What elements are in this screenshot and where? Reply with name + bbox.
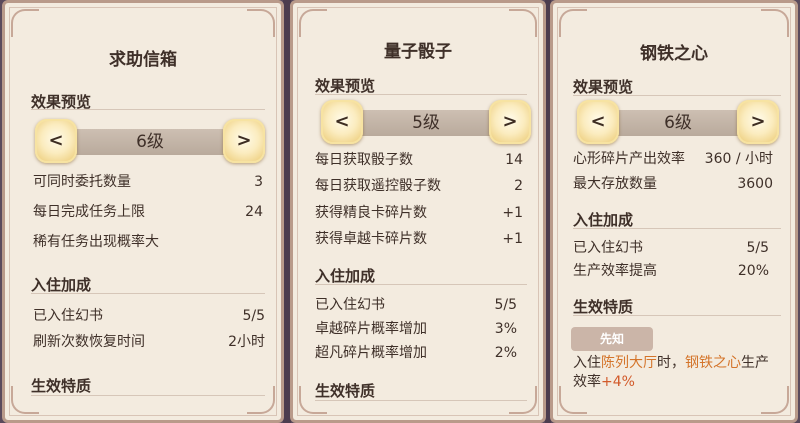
bonus-row: 已入住幻书 5/5 bbox=[315, 295, 517, 315]
card-title: 钢铁之心 bbox=[640, 44, 708, 64]
stat-label: 获得卓越卡碎片数 bbox=[315, 231, 427, 247]
bonus-heading: 入住加成 bbox=[573, 211, 634, 229]
level-selector: 5级 < > bbox=[321, 100, 531, 144]
building-card-steel-heart: 钢铁之心 效果预览 6级 < > 心形碎片产出效率 360 / 小时 最大存放数… bbox=[550, 0, 798, 423]
next-level-button[interactable]: > bbox=[737, 100, 779, 144]
stat-value: 3600 bbox=[737, 176, 773, 192]
stat-row: 获得卓越卡碎片数 +1 bbox=[315, 229, 523, 249]
corner-ornament bbox=[11, 9, 39, 37]
stat-label: 每日获取遥控骰子数 bbox=[315, 178, 441, 194]
bonus-label: 刷新次数恢复时间 bbox=[33, 334, 145, 350]
trait-heading: 生效特质 bbox=[573, 298, 634, 316]
stat-row: 获得精良卡碎片数 +1 bbox=[315, 203, 523, 223]
bonus-value: 5/5 bbox=[242, 308, 265, 324]
stat-row: 心形碎片产出效率 360 / 小时 bbox=[573, 149, 773, 169]
bonus-value: 20% bbox=[737, 263, 769, 279]
bonus-label: 已入住幻书 bbox=[33, 308, 103, 324]
level-selector: 6级 < > bbox=[577, 100, 779, 144]
bonus-label: 生产效率提高 bbox=[573, 263, 657, 279]
level-selector: 6级 < > bbox=[35, 119, 265, 163]
corner-ornament bbox=[299, 9, 327, 37]
divider bbox=[573, 315, 781, 316]
building-card-mailbox: 求助信箱 效果预览 6级 < > 可同时委托数量 3 每日完成任务上限 24 稀… bbox=[2, 0, 284, 423]
trait-text-part: 时， bbox=[657, 355, 685, 371]
divider bbox=[315, 94, 527, 95]
bonus-label: 卓越碎片概率增加 bbox=[315, 321, 427, 337]
trait-bonus: +4% bbox=[601, 374, 635, 390]
stat-value: 2 bbox=[514, 178, 523, 194]
divider bbox=[573, 95, 781, 96]
bonus-value: 5/5 bbox=[494, 297, 517, 313]
level-value: 6级 bbox=[664, 113, 692, 133]
divider bbox=[315, 400, 527, 401]
stat-value: 360 / 小时 bbox=[704, 151, 773, 167]
bonus-row: 刷新次数恢复时间 2小时 bbox=[33, 332, 265, 352]
card-title: 量子骰子 bbox=[384, 42, 452, 62]
stat-row: 每日获取遥控骰子数 2 bbox=[315, 176, 523, 196]
stat-row: 每日获取骰子数 14 bbox=[315, 150, 523, 170]
stat-value: 24 bbox=[245, 204, 263, 220]
level-value: 5级 bbox=[412, 113, 440, 133]
trait-tag: 先知 bbox=[571, 327, 653, 351]
stat-label: 获得精良卡碎片数 bbox=[315, 205, 427, 221]
stat-row: 稀有任务出现概率大 bbox=[33, 232, 263, 252]
bonus-value: 2% bbox=[494, 345, 517, 361]
bonus-heading: 入住加成 bbox=[31, 276, 92, 294]
stat-value: +1 bbox=[502, 205, 523, 221]
stat-row: 可同时委托数量 3 bbox=[33, 172, 263, 192]
next-level-button[interactable]: > bbox=[223, 119, 265, 163]
building-card-quantum-dice: 量子骰子 效果预览 5级 < > 每日获取骰子数 14 每日获取遥控骰子数 2 … bbox=[290, 0, 546, 423]
divider bbox=[31, 109, 265, 110]
prev-level-button[interactable]: < bbox=[35, 119, 77, 163]
divider bbox=[31, 293, 265, 294]
stat-value: +1 bbox=[502, 231, 523, 247]
trait-target: 钢铁之心 bbox=[685, 355, 741, 371]
divider bbox=[315, 284, 527, 285]
bonus-row: 已入住幻书 5/5 bbox=[573, 238, 769, 258]
divider bbox=[573, 228, 781, 229]
bonus-label: 超凡碎片概率增加 bbox=[315, 345, 427, 361]
stat-label: 稀有任务出现概率大 bbox=[33, 234, 159, 250]
divider bbox=[31, 395, 265, 396]
bonus-row: 超凡碎片概率增加 2% bbox=[315, 343, 517, 363]
level-value: 6级 bbox=[136, 132, 164, 152]
corner-ornament bbox=[247, 9, 275, 37]
bonus-row: 已入住幻书 5/5 bbox=[33, 306, 265, 326]
bonus-label: 已入住幻书 bbox=[573, 240, 643, 256]
bonus-label: 已入住幻书 bbox=[315, 297, 385, 313]
corner-ornament bbox=[247, 386, 275, 414]
prev-level-button[interactable]: < bbox=[577, 100, 619, 144]
card-title: 求助信箱 bbox=[109, 50, 177, 70]
stat-label: 可同时委托数量 bbox=[33, 174, 131, 190]
bonus-heading: 入住加成 bbox=[315, 267, 376, 285]
stat-label: 心形碎片产出效率 bbox=[573, 151, 685, 167]
stat-label: 最大存放数量 bbox=[573, 176, 657, 192]
corner-ornament bbox=[559, 9, 587, 37]
bonus-value: 5/5 bbox=[746, 240, 769, 256]
trait-heading: 生效特质 bbox=[315, 382, 376, 400]
bonus-value: 3% bbox=[494, 321, 517, 337]
preview-heading: 效果预览 bbox=[573, 78, 634, 96]
corner-ornament bbox=[761, 9, 789, 37]
stat-label: 每日获取骰子数 bbox=[315, 152, 413, 168]
stat-row: 每日完成任务上限 24 bbox=[33, 202, 263, 222]
trait-heading: 生效特质 bbox=[31, 377, 92, 395]
bonus-row: 卓越碎片概率增加 3% bbox=[315, 319, 517, 339]
prev-level-button[interactable]: < bbox=[321, 100, 363, 144]
trait-description: 入住陈列大厅时，钢铁之心生产效率+4% bbox=[573, 354, 773, 392]
preview-heading: 效果预览 bbox=[315, 77, 376, 95]
stat-value: 3 bbox=[254, 174, 263, 190]
stat-row: 最大存放数量 3600 bbox=[573, 174, 773, 194]
trait-location: 陈列大厅 bbox=[601, 355, 657, 371]
bonus-value: 2小时 bbox=[228, 334, 265, 350]
next-level-button[interactable]: > bbox=[489, 100, 531, 144]
bonus-row: 生产效率提高 20% bbox=[573, 261, 769, 281]
corner-ornament bbox=[509, 9, 537, 37]
stat-label: 每日完成任务上限 bbox=[33, 204, 145, 220]
trait-text-part: 入住 bbox=[573, 355, 601, 371]
stat-value: 14 bbox=[505, 152, 523, 168]
